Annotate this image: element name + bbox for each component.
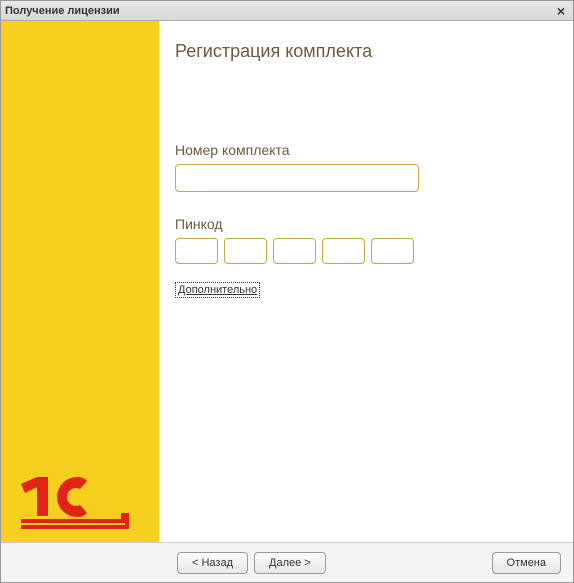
footer-right: Отмена <box>492 552 561 574</box>
window-body: Регистрация комплекта Номер комплекта Пи… <box>1 21 573 582</box>
content-area: Регистрация комплекта Номер комплекта Пи… <box>159 21 573 542</box>
close-icon[interactable]: × <box>553 3 569 19</box>
main-area: Регистрация комплекта Номер комплекта Пи… <box>1 21 573 542</box>
pincode-input-3[interactable] <box>273 238 316 264</box>
sidebar <box>1 21 159 542</box>
pincode-input-2[interactable] <box>224 238 267 264</box>
pincode-label: Пинкод <box>175 216 543 232</box>
window-title: Получение лицензии <box>5 5 553 17</box>
pincode-input-5[interactable] <box>371 238 414 264</box>
kit-number-label: Номер комплекта <box>175 142 543 158</box>
pincode-input-1[interactable] <box>175 238 218 264</box>
back-button[interactable]: < Назад <box>177 552 248 574</box>
footer: < Назад Далее > Отмена <box>1 542 573 582</box>
pincode-input-4[interactable] <box>322 238 365 264</box>
next-button[interactable]: Далее > <box>254 552 326 574</box>
cancel-button[interactable]: Отмена <box>492 552 561 574</box>
kit-number-input[interactable] <box>175 164 419 192</box>
titlebar: Получение лицензии × <box>1 1 573 21</box>
additional-link[interactable]: Дополнительно <box>175 282 260 298</box>
page-title: Регистрация комплекта <box>175 41 543 62</box>
pincode-row <box>175 238 543 264</box>
logo-1c-icon <box>21 477 131 532</box>
license-window: Получение лицензии × <box>0 0 574 583</box>
